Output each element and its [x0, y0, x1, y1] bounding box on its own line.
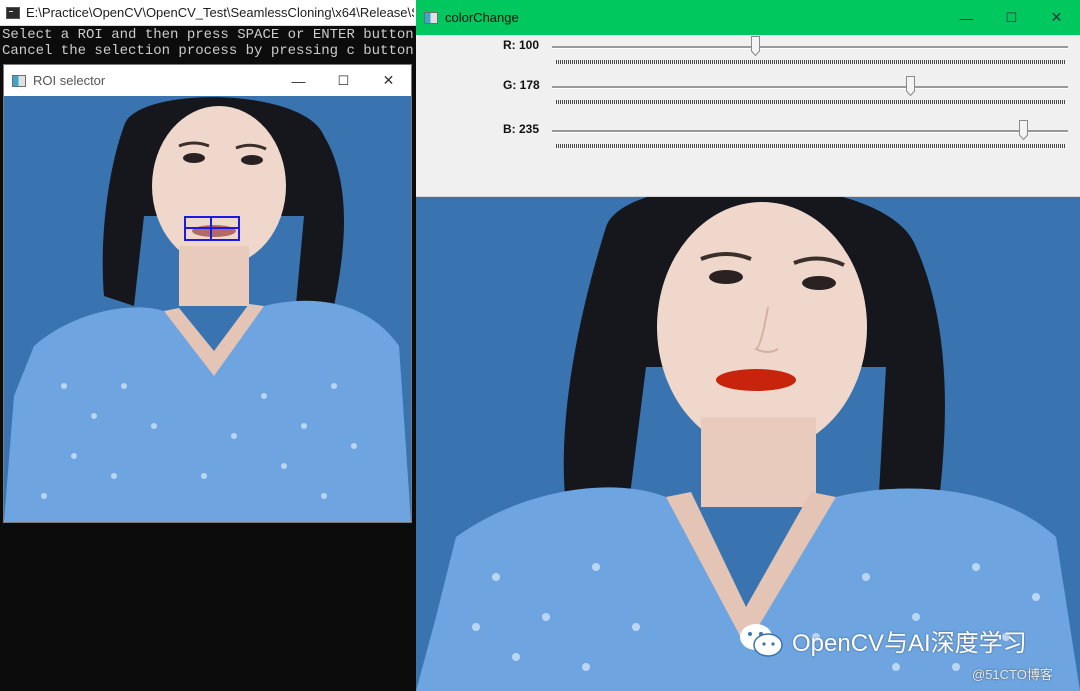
- color-change-title: colorChange: [445, 10, 519, 25]
- color-change-window: colorChange — ☐ ✕ R: 100 G: 178 B: 235: [416, 0, 1080, 691]
- trackbar-ticks-b: [556, 144, 1066, 148]
- portrait-photo-result: [416, 197, 1080, 691]
- watermark: OpenCV与AI深度学习: [738, 622, 1027, 658]
- minimize-button[interactable]: —: [276, 65, 321, 96]
- minimize-button[interactable]: —: [944, 0, 989, 35]
- trackbar-panel: R: 100 G: 178 B: 235: [416, 35, 1080, 197]
- maximize-button[interactable]: ☐: [321, 65, 366, 96]
- trackbar-label-b: B: 235: [503, 122, 540, 136]
- console-app-icon: [6, 6, 20, 19]
- window-app-icon: [424, 11, 438, 24]
- roi-window-title: ROI selector: [33, 73, 106, 88]
- trackbar-thumb-r[interactable]: [750, 36, 760, 56]
- trackbar-track-r[interactable]: [552, 46, 1068, 49]
- console-line: Cancel the selection process by pressing…: [2, 43, 423, 59]
- trackbar-thumb-g[interactable]: [905, 76, 915, 96]
- close-button[interactable]: ✕: [1034, 0, 1079, 35]
- portrait-photo: [4, 96, 411, 522]
- roi-image-canvas[interactable]: [4, 96, 411, 522]
- console-titlebar[interactable]: E:\Practice\OpenCV\OpenCV_Test\SeamlessC…: [0, 0, 416, 26]
- roi-crosshair-vertical: [184, 216, 212, 241]
- result-image: [416, 197, 1080, 691]
- trackbar-label-r: R: 100: [503, 38, 540, 52]
- console-title: E:\Practice\OpenCV\OpenCV_Test\SeamlessC…: [26, 5, 414, 20]
- trackbar-track-b[interactable]: [552, 130, 1068, 133]
- maximize-button[interactable]: ☐: [989, 0, 1034, 35]
- trackbar-track-g[interactable]: [552, 86, 1068, 89]
- trackbar-ticks-g: [556, 100, 1066, 104]
- close-button[interactable]: ✕: [366, 65, 411, 96]
- watermark-brand: OpenCV与AI深度学习: [792, 629, 1027, 657]
- trackbar-thumb-b[interactable]: [1019, 120, 1029, 140]
- window-app-icon: [12, 74, 26, 87]
- console-output: Select a ROI and then press SPACE or ENT…: [2, 27, 422, 59]
- console-line: Select a ROI and then press SPACE or ENT…: [2, 27, 423, 43]
- color-change-titlebar[interactable]: colorChange — ☐ ✕: [416, 0, 1080, 35]
- wechat-icon: [740, 624, 783, 657]
- roi-selector-window: ROI selector — ☐ ✕: [4, 65, 411, 522]
- watermark-source: @51CTO博客: [972, 667, 1053, 682]
- trackbar-ticks-r: [556, 60, 1066, 64]
- roi-titlebar[interactable]: ROI selector — ☐ ✕: [4, 65, 411, 96]
- trackbar-label-g: G: 178: [503, 78, 540, 92]
